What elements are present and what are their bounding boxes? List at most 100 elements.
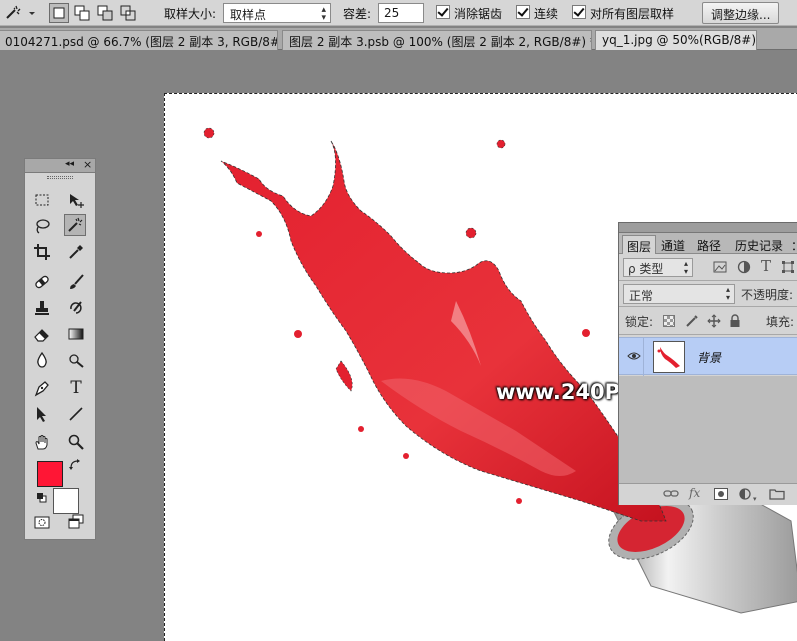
foreground-color-swatch[interactable] <box>37 461 63 487</box>
paint-drop <box>403 453 409 459</box>
blur-icon[interactable] <box>31 349 53 371</box>
document-tab-active[interactable]: yq_1.jpg @ 50%(RGB/8#)× <box>595 30 757 50</box>
clone-stamp-icon[interactable] <box>31 297 53 319</box>
paint-drop <box>358 426 364 432</box>
lock-row: 锁定: 填充: <box>619 307 797 335</box>
eye-icon[interactable] <box>627 350 641 364</box>
tolerance-input[interactable]: 25 <box>378 3 424 23</box>
tab-label: yq_1.jpg @ 50%(RGB/8#) <box>602 33 757 47</box>
blend-mode-value: 正常 <box>629 289 654 303</box>
rect-marquee-icon[interactable] <box>31 189 53 211</box>
collapse-icon[interactable]: ◂◂ <box>65 159 74 169</box>
document-tab[interactable]: 0104271.psd @ 66.7% (图层 2 副本 3, RGB/8#) … <box>0 30 278 50</box>
pen-icon[interactable] <box>31 377 53 399</box>
tool-preset-picker[interactable] <box>2 3 36 23</box>
tab-more[interactable]: ： <box>787 235 797 254</box>
options-bar: 取样大小: 取样点 ▴ ▾ 容差: 25 消除锯齿 连续 对所有图层取样 调整边缘… <box>0 0 797 26</box>
document-tab[interactable]: 图层 2 副本 3.psb @ 100% (图层 2 副本 2, RGB/8#)… <box>282 30 592 50</box>
line-icon[interactable] <box>65 403 87 425</box>
quick-mask-icon[interactable] <box>31 511 53 533</box>
gradient-icon[interactable] <box>65 323 87 345</box>
default-colors-icon[interactable] <box>36 492 47 503</box>
subtract-selection-button[interactable] <box>95 3 115 23</box>
hand-icon[interactable] <box>31 431 53 453</box>
lasso-icon[interactable] <box>31 215 53 237</box>
lock-pixels-icon[interactable] <box>685 314 699 331</box>
zoom-icon[interactable] <box>65 431 87 453</box>
lock-transparency-icon[interactable] <box>663 315 675 327</box>
contiguous-label: 连续 <box>534 7 559 21</box>
sample-all-layers-label: 对所有图层取样 <box>590 7 675 21</box>
link-layers-icon[interactable] <box>663 488 679 503</box>
add-selection-button[interactable] <box>72 3 92 23</box>
magic-wand-icon[interactable] <box>64 214 86 236</box>
move-icon[interactable] <box>65 189 87 211</box>
filter-pixel-icon[interactable] <box>713 260 727 274</box>
tab-label: 图层 2 副本 3.psb @ 100% (图层 2 副本 2, RGB/8#)… <box>289 35 592 49</box>
new-group-icon[interactable] <box>769 488 785 503</box>
history-brush-icon[interactable] <box>65 297 87 319</box>
select-arrows-icon: ▴ ▾ <box>683 259 688 276</box>
fx-icon[interactable]: fx <box>689 486 700 500</box>
filter-row: ρ 类型 ▴ ▾ T <box>619 255 797 281</box>
antialias-label: 消除锯齿 <box>454 7 503 21</box>
screen-mode-icon[interactable] <box>65 511 87 533</box>
intersect-selection-button[interactable] <box>118 3 138 23</box>
grip-icon[interactable] <box>47 176 73 179</box>
add-mask-icon[interactable] <box>714 488 728 503</box>
layers-panel: 图层 通道 路径 历史记录 ： ρ 类型 ▴▾ T 正常 ▴▾ 不透明度: 锁定… <box>618 222 797 505</box>
tab-history[interactable]: 历史记录 <box>731 235 787 254</box>
layer-name: 背景 <box>697 351 722 365</box>
lock-position-icon[interactable] <box>707 314 721 331</box>
tab-label: 0104271.psd @ 66.7% (图层 2 副本 3, RGB/8#) … <box>5 35 278 49</box>
sample-size-select[interactable]: 取样点 ▴ ▾ <box>223 3 331 23</box>
eyedropper-icon[interactable] <box>65 241 87 263</box>
opacity-label: 不透明度: <box>741 288 794 302</box>
layers-panel-titlebar[interactable] <box>619 223 797 233</box>
new-selection-button[interactable] <box>49 3 69 23</box>
paint-drop <box>294 330 302 338</box>
close-icon[interactable]: × <box>83 158 92 171</box>
tab-layers[interactable]: 图层 <box>622 235 657 254</box>
type-icon[interactable]: T <box>65 377 87 399</box>
sample-all-layers-checkbox[interactable] <box>572 5 586 19</box>
tab-paths[interactable]: 路径 <box>693 235 725 254</box>
eraser-icon[interactable] <box>31 323 53 345</box>
paint-drop <box>465 227 477 239</box>
filter-shape-icon[interactable] <box>781 260 795 274</box>
refine-edge-button[interactable]: 调整边缘... <box>702 2 780 24</box>
brush-icon[interactable] <box>65 271 87 293</box>
filter-kind-value: ρ 类型 <box>628 262 664 276</box>
sample-size-label: 取样大小: <box>164 7 217 21</box>
blend-row: 正常 ▴ ▾ 不透明度: <box>619 281 797 307</box>
paint-splash <box>220 140 667 522</box>
layers-list-empty <box>619 376 797 483</box>
crop-icon[interactable] <box>31 241 53 263</box>
contiguous-checkbox[interactable] <box>516 5 530 19</box>
dodge-icon[interactable] <box>65 349 87 371</box>
select-arrows-icon: ▴ ▾ <box>321 5 326 23</box>
layer-row-background[interactable]: 背景 <box>619 337 797 376</box>
tab-channels[interactable]: 通道 <box>657 235 689 254</box>
path-select-icon[interactable] <box>31 403 53 425</box>
document-tab-bar: 0104271.psd @ 66.7% (图层 2 副本 3, RGB/8#) … <box>0 28 797 50</box>
paint-drop <box>582 329 590 337</box>
paint-drop <box>516 498 522 504</box>
filter-adjustment-icon[interactable] <box>737 260 751 274</box>
sample-size-value: 取样点 <box>230 8 267 22</box>
select-arrows-icon: ▴ ▾ <box>725 285 730 302</box>
paint-drop <box>256 231 262 237</box>
fill-label: 填充: <box>766 315 795 329</box>
filter-type-icon[interactable]: T <box>761 257 771 275</box>
paint-drop <box>496 139 506 149</box>
swap-colors-icon[interactable] <box>69 459 81 471</box>
filter-kind-select[interactable]: ρ 类型 ▴ ▾ <box>623 258 693 277</box>
tolerance-label: 容差: <box>343 7 372 21</box>
lock-all-icon[interactable] <box>729 314 741 331</box>
panel-tabs: 图层 通道 路径 历史记录 ： <box>619 233 797 254</box>
blend-mode-select[interactable]: 正常 ▴ ▾ <box>623 284 735 304</box>
healing-brush-icon[interactable] <box>31 271 53 293</box>
adjustment-layer-icon[interactable] <box>739 488 751 503</box>
antialias-checkbox[interactable] <box>436 5 450 19</box>
tools-panel-header[interactable]: ◂◂ × <box>25 158 95 173</box>
